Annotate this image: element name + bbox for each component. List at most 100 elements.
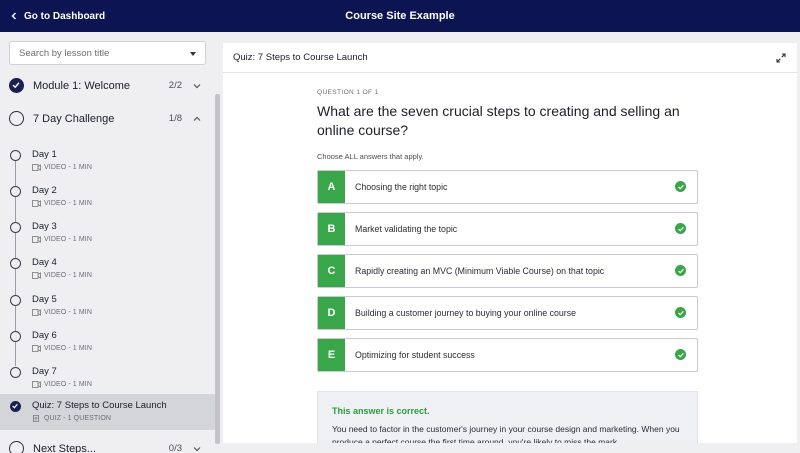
content-header: Quiz: 7 Steps to Course Launch bbox=[223, 43, 797, 73]
module-incomplete-icon bbox=[9, 111, 24, 126]
lesson-title: Day 4 bbox=[32, 257, 57, 268]
lesson-status-icon bbox=[10, 331, 21, 342]
module-title: Module 1: Welcome bbox=[33, 79, 131, 92]
module-progress: 2/2 bbox=[168, 80, 182, 91]
lesson-status-icon bbox=[10, 295, 21, 306]
video-icon bbox=[32, 236, 41, 243]
module-welcome[interactable]: Module 1: Welcome 2/2 bbox=[0, 69, 215, 102]
answer-option-a[interactable]: A Choosing the right topic bbox=[317, 170, 698, 204]
check-circle-icon bbox=[675, 223, 686, 234]
lesson-search-dropdown[interactable]: Search by lesson title bbox=[9, 41, 206, 65]
lesson-meta-text: VIDEO - 1 MIN bbox=[44, 164, 92, 171]
quiz-panel: Quiz: 7 Steps to Course Launch QUESTION … bbox=[223, 43, 797, 443]
site-title: Course Site Example bbox=[345, 10, 455, 22]
question-text: What are the seven crucial steps to crea… bbox=[317, 103, 680, 138]
lesson-day-4[interactable]: Day 4 VIDEO - 1 MIN bbox=[0, 251, 215, 287]
lesson-status-icon bbox=[10, 222, 21, 233]
answer-letter: E bbox=[318, 339, 345, 371]
lesson-meta-text: VIDEO - 1 MIN bbox=[44, 309, 92, 316]
module-incomplete-icon bbox=[9, 441, 24, 453]
lesson-meta-text: VIDEO - 1 MIN bbox=[44, 200, 92, 207]
check-circle-icon bbox=[675, 349, 686, 360]
answer-option-e[interactable]: E Optimizing for student success bbox=[317, 338, 698, 372]
answer-option-c[interactable]: C Rapidly creating an MVC (Minimum Viabl… bbox=[317, 254, 698, 288]
lesson-title: Day 2 bbox=[32, 185, 57, 196]
lesson-meta: VIDEO - 1 MIN bbox=[32, 200, 92, 207]
sidebar-scrollbar[interactable] bbox=[215, 94, 220, 444]
chevron-down-icon[interactable] bbox=[192, 81, 202, 91]
lesson-day-6[interactable]: Day 6 VIDEO - 1 MIN bbox=[0, 324, 215, 360]
answer-letter: C bbox=[318, 255, 345, 287]
lesson-title: Day 3 bbox=[32, 221, 57, 232]
video-icon bbox=[32, 345, 41, 352]
question-number: QUESTION 1 OF 1 bbox=[317, 89, 379, 96]
video-icon bbox=[32, 272, 41, 279]
question-instructions: Choose ALL answers that apply. bbox=[317, 152, 424, 161]
content-title: Quiz: 7 Steps to Course Launch bbox=[233, 52, 368, 63]
answer-text: Building a customer journey to buying yo… bbox=[355, 308, 577, 318]
lesson-status-icon bbox=[10, 150, 21, 161]
lesson-meta: VIDEO - 1 MIN bbox=[32, 345, 92, 352]
lesson-day-7[interactable]: Day 7 VIDEO - 1 MIN bbox=[0, 360, 215, 396]
chevron-up-icon[interactable] bbox=[192, 114, 202, 124]
lesson-title: Day 6 bbox=[32, 330, 57, 341]
lesson-meta-text: VIDEO - 1 MIN bbox=[44, 236, 92, 243]
lesson-meta-text: VIDEO - 1 MIN bbox=[44, 345, 92, 352]
lesson-day-5[interactable]: Day 5 VIDEO - 1 MIN bbox=[0, 288, 215, 324]
module-complete-icon bbox=[9, 78, 24, 93]
go-to-dashboard-link[interactable]: Go to Dashboard bbox=[10, 0, 105, 32]
sidebar: Search by lesson title Module 1: Welcome… bbox=[0, 32, 220, 453]
answer-letter: B bbox=[318, 213, 345, 245]
video-icon bbox=[32, 200, 41, 207]
lesson-day-1[interactable]: Day 1 VIDEO - 1 MIN bbox=[0, 143, 215, 179]
video-icon bbox=[32, 164, 41, 171]
feedback-title: This answer is correct. bbox=[332, 406, 430, 416]
go-to-dashboard-label: Go to Dashboard bbox=[24, 10, 106, 22]
module-7-day-challenge[interactable]: 7 Day Challenge 1/8 bbox=[0, 102, 215, 135]
answer-letter: D bbox=[318, 297, 345, 329]
answer-option-b[interactable]: B Market validating the topic bbox=[317, 212, 698, 246]
caret-down-icon bbox=[190, 52, 196, 56]
answer-text: Optimizing for student success bbox=[355, 350, 475, 360]
check-circle-icon bbox=[10, 401, 21, 412]
lesson-meta-text: VIDEO - 1 MIN bbox=[44, 381, 92, 388]
lesson-meta: VIDEO - 1 MIN bbox=[32, 164, 92, 171]
answer-text: Market validating the topic bbox=[355, 224, 458, 234]
lesson-status-icon bbox=[10, 186, 21, 197]
module-title: 7 Day Challenge bbox=[33, 112, 115, 125]
search-placeholder: Search by lesson title bbox=[19, 47, 110, 59]
lesson-meta: VIDEO - 1 MIN bbox=[32, 381, 92, 388]
module-progress: 1/8 bbox=[168, 113, 182, 124]
expand-icon[interactable] bbox=[776, 53, 786, 63]
lesson-meta: VIDEO - 1 MIN bbox=[32, 272, 92, 279]
answer-letter: A bbox=[318, 171, 345, 203]
check-circle-icon bbox=[675, 307, 686, 318]
lesson-day-2[interactable]: Day 2 VIDEO - 1 MIN bbox=[0, 179, 215, 215]
module-title: Next Steps... bbox=[33, 442, 96, 453]
top-bar: Go to Dashboard Course Site Example bbox=[0, 0, 800, 32]
lesson-meta: VIDEO - 1 MIN bbox=[32, 236, 92, 243]
chevron-down-icon[interactable] bbox=[192, 444, 202, 453]
video-icon bbox=[32, 381, 41, 388]
lesson-meta: QUIZ - 1 QUESTION bbox=[32, 415, 111, 422]
lesson-day-3[interactable]: Day 3 VIDEO - 1 MIN bbox=[0, 215, 215, 251]
answer-feedback: This answer is correct. You need to fact… bbox=[317, 391, 698, 443]
check-circle-icon bbox=[675, 181, 686, 192]
answer-text: Choosing the right topic bbox=[355, 182, 448, 192]
lesson-title: Day 1 bbox=[32, 149, 57, 160]
answer-text: Rapidly creating an MVC (Minimum Viable … bbox=[355, 266, 605, 276]
answer-option-d[interactable]: D Building a customer journey to buying … bbox=[317, 296, 698, 330]
lesson-meta-text: VIDEO - 1 MIN bbox=[44, 272, 92, 279]
lesson-quiz-active[interactable]: Quiz: 7 Steps to Course Launch QUIZ - 1 … bbox=[0, 394, 215, 430]
lesson-title: Day 5 bbox=[32, 294, 57, 305]
lesson-meta-text: QUIZ - 1 QUESTION bbox=[44, 415, 112, 422]
lesson-meta: VIDEO - 1 MIN bbox=[32, 309, 92, 316]
module-next-steps[interactable]: Next Steps... 0/3 bbox=[0, 432, 215, 453]
module-progress: 0/3 bbox=[168, 443, 182, 453]
lesson-title: Quiz: 7 Steps to Course Launch bbox=[32, 400, 167, 411]
chevron-left-icon bbox=[11, 12, 16, 20]
video-icon bbox=[32, 309, 41, 316]
check-circle-icon bbox=[675, 265, 686, 276]
feedback-text: You need to factor in the customer's jou… bbox=[332, 424, 680, 443]
lesson-title: Day 7 bbox=[32, 366, 57, 377]
